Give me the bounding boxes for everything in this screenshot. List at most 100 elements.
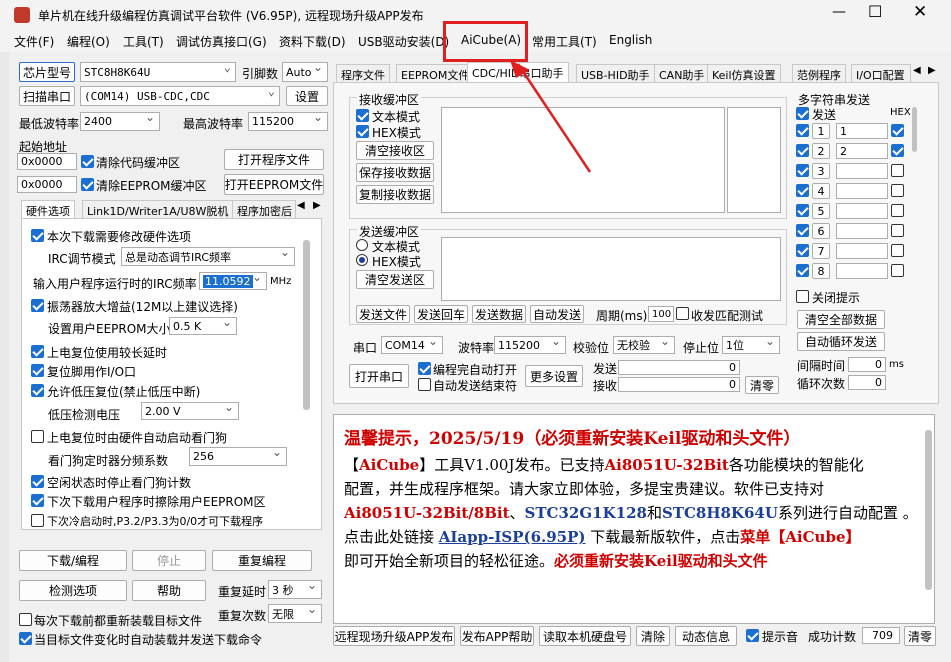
row-hex-checkbox[interactable] bbox=[891, 124, 904, 137]
row-send-checkbox[interactable] bbox=[796, 184, 809, 197]
code-address-input[interactable]: 0x0000 bbox=[17, 153, 77, 170]
wdt-div-select[interactable]: 256 bbox=[189, 447, 287, 466]
tab-left-icon[interactable]: ◀ bbox=[913, 65, 921, 76]
stop-bits-select[interactable]: 1位 bbox=[722, 336, 780, 354]
clear-rx-button[interactable]: 清空接收区 bbox=[356, 141, 434, 160]
check-options-button[interactable]: 检测选项 bbox=[19, 580, 127, 601]
repeat-program-button[interactable]: 重复编程 bbox=[212, 550, 312, 571]
menu-common-tools[interactable]: 常用工具(T) bbox=[532, 33, 597, 50]
stop-button[interactable]: 停止 bbox=[132, 550, 206, 571]
max-baud-select[interactable]: 115200 bbox=[248, 112, 328, 131]
open-port-button[interactable]: 打开串口 bbox=[349, 364, 409, 388]
menu-english[interactable]: English bbox=[609, 33, 652, 47]
remote-upgrade-button[interactable]: 远程现场升级APP发布 bbox=[333, 626, 455, 646]
close-icon[interactable]: ✕ bbox=[913, 2, 927, 22]
tab-right-icon[interactable]: ▶ bbox=[928, 65, 936, 76]
row-hex-checkbox[interactable] bbox=[891, 164, 904, 177]
p3-checkbox[interactable] bbox=[31, 514, 44, 527]
row-send-checkbox[interactable] bbox=[796, 144, 809, 157]
modify-hw-checkbox[interactable] bbox=[31, 229, 44, 242]
send-data-button[interactable]: 发送数据 bbox=[472, 305, 526, 323]
tx-hex-mode-radio[interactable] bbox=[356, 254, 368, 266]
clear-counts-button[interactable]: 清零 bbox=[745, 376, 779, 394]
rx-text-mode-checkbox[interactable] bbox=[356, 109, 369, 122]
menu-file[interactable]: 文件(F) bbox=[14, 33, 54, 50]
auto-open-checkbox[interactable] bbox=[418, 362, 431, 375]
row-send-button[interactable]: 8 bbox=[812, 263, 830, 279]
row-send-button[interactable]: 3 bbox=[812, 163, 830, 179]
menu-program[interactable]: 编程(O) bbox=[67, 33, 110, 50]
chip-model-button[interactable]: 芯片型号 bbox=[19, 62, 75, 82]
tab-scroll-left-icon[interactable]: ◀ bbox=[297, 200, 305, 211]
clear-code-checkbox[interactable] bbox=[81, 155, 94, 168]
row-send-button[interactable]: 4 bbox=[812, 183, 830, 199]
row-send-checkbox[interactable] bbox=[796, 124, 809, 137]
serial-port-select[interactable]: COM14 bbox=[381, 336, 443, 354]
row-hex-checkbox[interactable] bbox=[891, 264, 904, 277]
animation-button[interactable]: 动态信息 bbox=[675, 626, 737, 646]
menu-download[interactable]: 资料下载(D) bbox=[279, 33, 346, 50]
row-send-button[interactable]: 6 bbox=[812, 223, 830, 239]
tab-scroll-right-icon[interactable]: ▶ bbox=[313, 200, 321, 211]
scan-port-button[interactable]: 扫描串口 bbox=[19, 86, 75, 106]
repeat-delay-select[interactable]: 3 秒 bbox=[268, 580, 322, 599]
multi-scrollbar[interactable] bbox=[912, 107, 917, 152]
row-send-checkbox[interactable] bbox=[796, 224, 809, 237]
row-hex-checkbox[interactable] bbox=[891, 184, 904, 197]
settings-button[interactable]: 设置 bbox=[286, 86, 328, 106]
rx-hex-area[interactable] bbox=[727, 107, 781, 213]
row-value-input[interactable] bbox=[836, 223, 888, 239]
parity-select[interactable]: 无校验 bbox=[613, 336, 675, 354]
loop-count-input[interactable]: 0 bbox=[848, 375, 886, 390]
copy-rx-button[interactable]: 复制接收数据 bbox=[356, 185, 434, 204]
baud-select[interactable]: 115200 bbox=[494, 336, 566, 354]
reload-checkbox[interactable] bbox=[19, 613, 32, 626]
row-hex-checkbox[interactable] bbox=[891, 224, 904, 237]
row-send-checkbox[interactable] bbox=[796, 164, 809, 177]
tx-text-area[interactable] bbox=[441, 237, 781, 301]
match-test-checkbox[interactable] bbox=[676, 307, 689, 320]
clear-all-button[interactable]: 清空全部数据 bbox=[797, 310, 885, 329]
clear-tx-button[interactable]: 清空发送区 bbox=[356, 270, 434, 289]
read-disk-button[interactable]: 读取本机硬盘号 bbox=[539, 626, 631, 646]
beep-checkbox[interactable] bbox=[746, 629, 759, 642]
chip-model-select[interactable]: STC8H8K64U bbox=[80, 62, 236, 82]
row-send-checkbox[interactable] bbox=[796, 264, 809, 277]
row-value-input[interactable] bbox=[836, 243, 888, 259]
row-value-input[interactable] bbox=[836, 163, 888, 179]
row-send-button[interactable]: 1 bbox=[812, 123, 830, 139]
period-input[interactable]: 100 bbox=[648, 306, 674, 322]
low-voltage-checkbox[interactable] bbox=[31, 384, 44, 397]
row-value-input[interactable] bbox=[836, 263, 888, 279]
row-send-checkbox[interactable] bbox=[796, 244, 809, 257]
clear-eeprom-checkbox[interactable] bbox=[81, 178, 94, 191]
erase-eeprom-checkbox[interactable] bbox=[31, 494, 44, 507]
help-button[interactable]: 帮助 bbox=[132, 580, 206, 601]
row-value-input[interactable] bbox=[836, 183, 888, 199]
open-eeprom-file-button[interactable]: 打开EEPROM文件 bbox=[224, 174, 324, 195]
reset-io-checkbox[interactable] bbox=[31, 364, 44, 377]
close-tip-checkbox[interactable] bbox=[796, 290, 809, 303]
irc-freq-select[interactable]: 11.0592 bbox=[199, 272, 267, 290]
row-hex-checkbox[interactable] bbox=[891, 144, 904, 157]
interval-input[interactable]: 0 bbox=[848, 357, 886, 372]
publish-help-button[interactable]: 发布APP帮助 bbox=[460, 626, 534, 646]
reset-delay-checkbox[interactable] bbox=[31, 345, 44, 358]
maximize-icon[interactable]: ☐ bbox=[868, 2, 882, 21]
idle-wdt-checkbox[interactable] bbox=[31, 475, 44, 488]
row-value-input[interactable]: 2 bbox=[836, 143, 888, 159]
reset-count-button[interactable]: 清零 bbox=[904, 626, 936, 646]
menu-debug[interactable]: 调试仿真接口(G) bbox=[176, 33, 267, 50]
row-send-button[interactable]: 5 bbox=[812, 203, 830, 219]
row-value-input[interactable] bbox=[836, 203, 888, 219]
min-baud-select[interactable]: 2400 bbox=[80, 112, 160, 131]
wdt-auto-checkbox[interactable] bbox=[31, 430, 44, 443]
notice-scrollbar[interactable] bbox=[925, 430, 932, 590]
row-send-button[interactable]: 2 bbox=[812, 143, 830, 159]
notice-download-link[interactable]: AIapp-ISP(6.95P) bbox=[439, 528, 586, 546]
clear-button[interactable]: 清除 bbox=[636, 626, 670, 646]
options-scrollbar[interactable] bbox=[303, 240, 310, 410]
send-file-button[interactable]: 发送文件 bbox=[356, 305, 410, 323]
irc-mode-select[interactable]: 总是动态调节IRC频率 bbox=[121, 247, 295, 266]
row-value-input[interactable]: 1 bbox=[836, 123, 888, 139]
